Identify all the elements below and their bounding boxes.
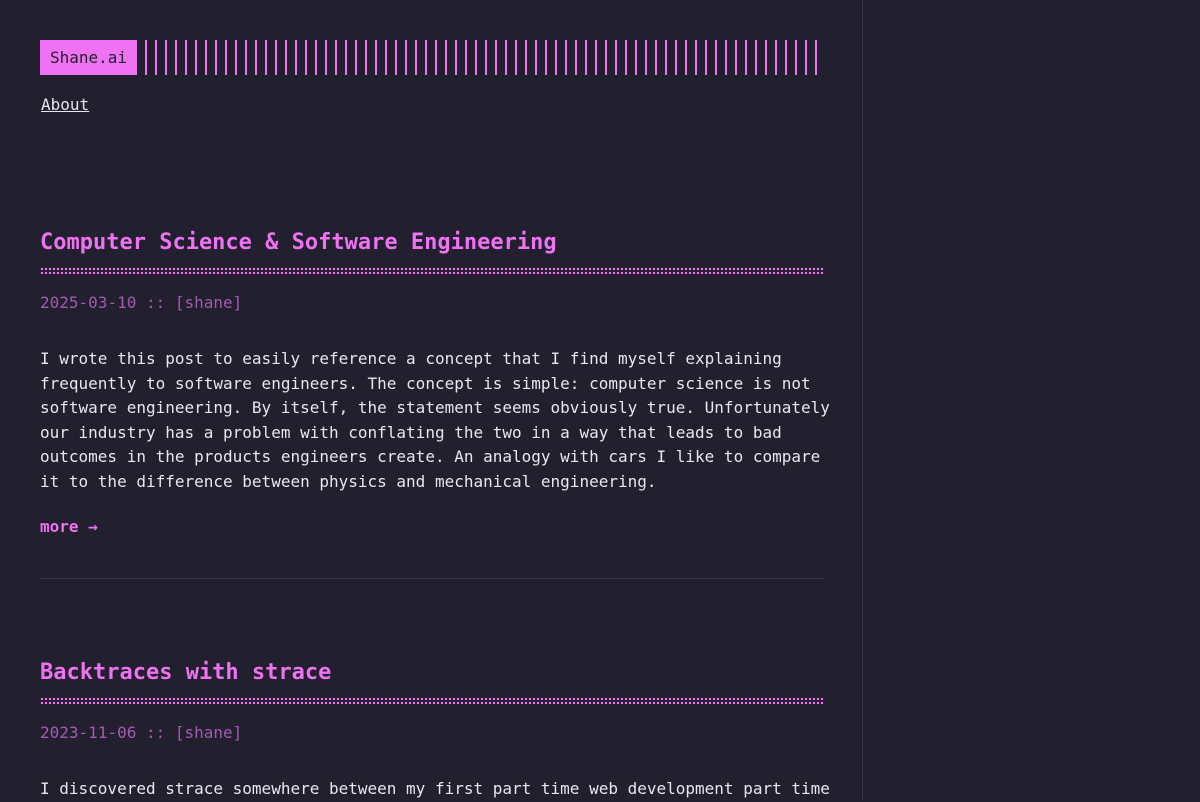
post-title-link[interactable]: Backtraces with strace	[40, 658, 824, 688]
site-header: Shane.ai	[40, 40, 824, 75]
main-column: Shane.ai About Computer Science & Softwa…	[0, 0, 863, 800]
logo-bars-decoration	[145, 40, 824, 75]
meta-separator: ::	[145, 293, 166, 312]
post-title-link[interactable]: Computer Science & Software Engineering	[40, 228, 824, 258]
title-dotted-rule	[40, 697, 824, 704]
post-date: 2023-11-06	[40, 723, 137, 742]
post-author: [shane]	[174, 723, 243, 742]
post-author: [shane]	[174, 293, 243, 312]
post-summary: I discovered strace somewhere between my…	[40, 779, 830, 798]
post-item: Computer Science & Software Engineering …	[40, 228, 830, 536]
post-divider	[40, 578, 824, 579]
title-dotted-rule	[40, 267, 824, 274]
read-more-link[interactable]: more →	[40, 517, 98, 536]
post-summary: I wrote this post to easily reference a …	[40, 349, 830, 491]
post-meta: 2025-03-10 :: [shane]	[40, 292, 824, 314]
meta-separator: ::	[145, 723, 166, 742]
post-date: 2025-03-10	[40, 293, 137, 312]
main-nav: About	[41, 95, 89, 114]
nav-link-about[interactable]: About	[41, 95, 89, 114]
post-meta: 2023-11-06 :: [shane]	[40, 722, 824, 744]
site-logo[interactable]: Shane.ai	[40, 40, 138, 75]
post-item: Backtraces with strace 2023-11-06 :: [sh…	[40, 658, 830, 802]
